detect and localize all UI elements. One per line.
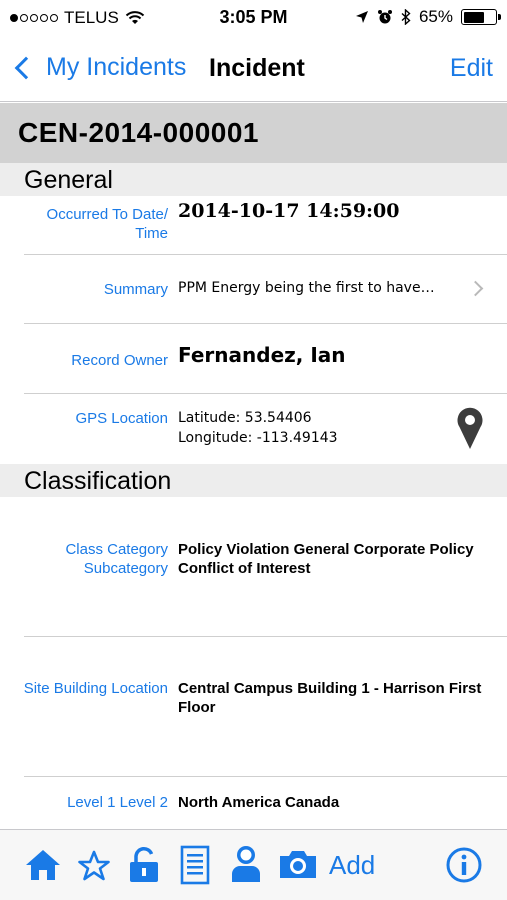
- building-label: Building: [53, 680, 108, 697]
- summary-row[interactable]: Summary PPM Energy being the first to ha…: [0, 255, 507, 324]
- class-labels: Class Category Subcategory: [0, 540, 168, 578]
- site-values: Central Campus Building 1 - Harrison Fir…: [178, 679, 507, 717]
- navigation-bar: My Incidents Incident Edit: [0, 36, 507, 102]
- add-button[interactable]: Add: [329, 850, 375, 881]
- level1-value: North America: [178, 794, 281, 811]
- info-icon[interactable]: [446, 847, 482, 883]
- chevron-right-icon: [467, 280, 484, 297]
- battery-icon: [461, 9, 501, 25]
- site-group-row: Site Building Location Central Campus Bu…: [0, 637, 507, 777]
- camera-icon[interactable]: [278, 848, 318, 880]
- gps-longitude: Longitude: -113.49143: [178, 430, 338, 446]
- level-values: North America Canada: [178, 793, 339, 812]
- status-right: 65%: [355, 7, 501, 27]
- occurred-label-line2: Time: [135, 225, 168, 242]
- occurred-label-line1: Occurred To Date/: [46, 206, 168, 223]
- level1-label: Level 1: [67, 794, 116, 811]
- section-title-general: General: [24, 166, 113, 194]
- summary-label: Summary: [103, 281, 168, 298]
- building-value: Building 1 - Harrison: [297, 680, 445, 697]
- occurred-label: Occurred To Date/ Time: [47, 205, 168, 243]
- location-label: Location: [111, 680, 168, 697]
- battery-level: [463, 11, 484, 23]
- unlock-icon[interactable]: [128, 846, 160, 884]
- record-owner-value: Fernandez, Ian: [178, 343, 346, 367]
- record-owner-row: Record Owner Fernandez, Ian: [0, 324, 507, 394]
- section-title-classification: Classification: [24, 467, 172, 495]
- section-header-classification: Classification: [0, 464, 507, 497]
- summary-value: PPM Energy being the first to have…: [178, 280, 435, 296]
- bottom-toolbar: Add: [0, 829, 507, 900]
- site-value: Central Campus: [178, 680, 294, 697]
- star-icon[interactable]: [78, 850, 110, 881]
- back-button-label: My Incidents: [46, 53, 187, 81]
- person-icon[interactable]: [230, 844, 262, 884]
- level2-label: Level 2: [119, 794, 168, 811]
- subcategory-value: Conflict of Interest: [178, 560, 311, 577]
- record-header: CEN-2014-000001: [0, 103, 507, 163]
- site-label: Site: [23, 680, 50, 697]
- subcategory-label: Subcategory: [83, 560, 168, 577]
- level-group-row: Level 1 Level 2 North America Canada: [0, 777, 507, 829]
- chevron-left-icon: [14, 56, 38, 79]
- level-labels: Level 1 Level 2: [67, 793, 168, 812]
- site-labels: Site Building Location: [24, 679, 168, 698]
- gps-location-row: GPS Location Latitude: 53.54406 Longitud…: [0, 394, 507, 464]
- record-id: CEN-2014-000001: [18, 117, 259, 148]
- gps-location-label: GPS Location: [75, 410, 168, 427]
- edit-button[interactable]: Edit: [450, 54, 493, 83]
- battery-percent: 65%: [418, 7, 453, 26]
- status-bar: TELUS 3:05 PM 65%: [0, 0, 507, 36]
- class-label: Class: [65, 541, 103, 558]
- home-icon[interactable]: [24, 848, 62, 882]
- level2-value: Canada: [284, 794, 340, 811]
- occurred-value: 2014-10-17 14:59:00: [178, 200, 400, 222]
- map-pin-icon[interactable]: [457, 406, 483, 450]
- alarm-icon: [377, 10, 392, 24]
- back-button[interactable]: My Incidents: [12, 53, 186, 82]
- gps-latitude: Latitude: 53.54406: [178, 410, 312, 426]
- section-header-general: General: [0, 163, 507, 196]
- location-arrow-icon: [355, 11, 368, 23]
- document-icon[interactable]: [180, 845, 210, 885]
- record-owner-label: Record Owner: [71, 352, 168, 369]
- class-value: Policy Violation: [178, 541, 290, 558]
- class-group-row: Class Category Subcategory Policy Violat…: [0, 497, 507, 637]
- class-values: Policy Violation General Corporate Polic…: [178, 540, 507, 578]
- category-label: Category: [107, 541, 168, 558]
- category-value: General Corporate Policy: [293, 541, 474, 558]
- occurred-row: Occurred To Date/ Time 2014-10-17 14:59:…: [0, 196, 507, 255]
- bluetooth-icon: [401, 9, 411, 25]
- page-title: Incident: [209, 54, 305, 82]
